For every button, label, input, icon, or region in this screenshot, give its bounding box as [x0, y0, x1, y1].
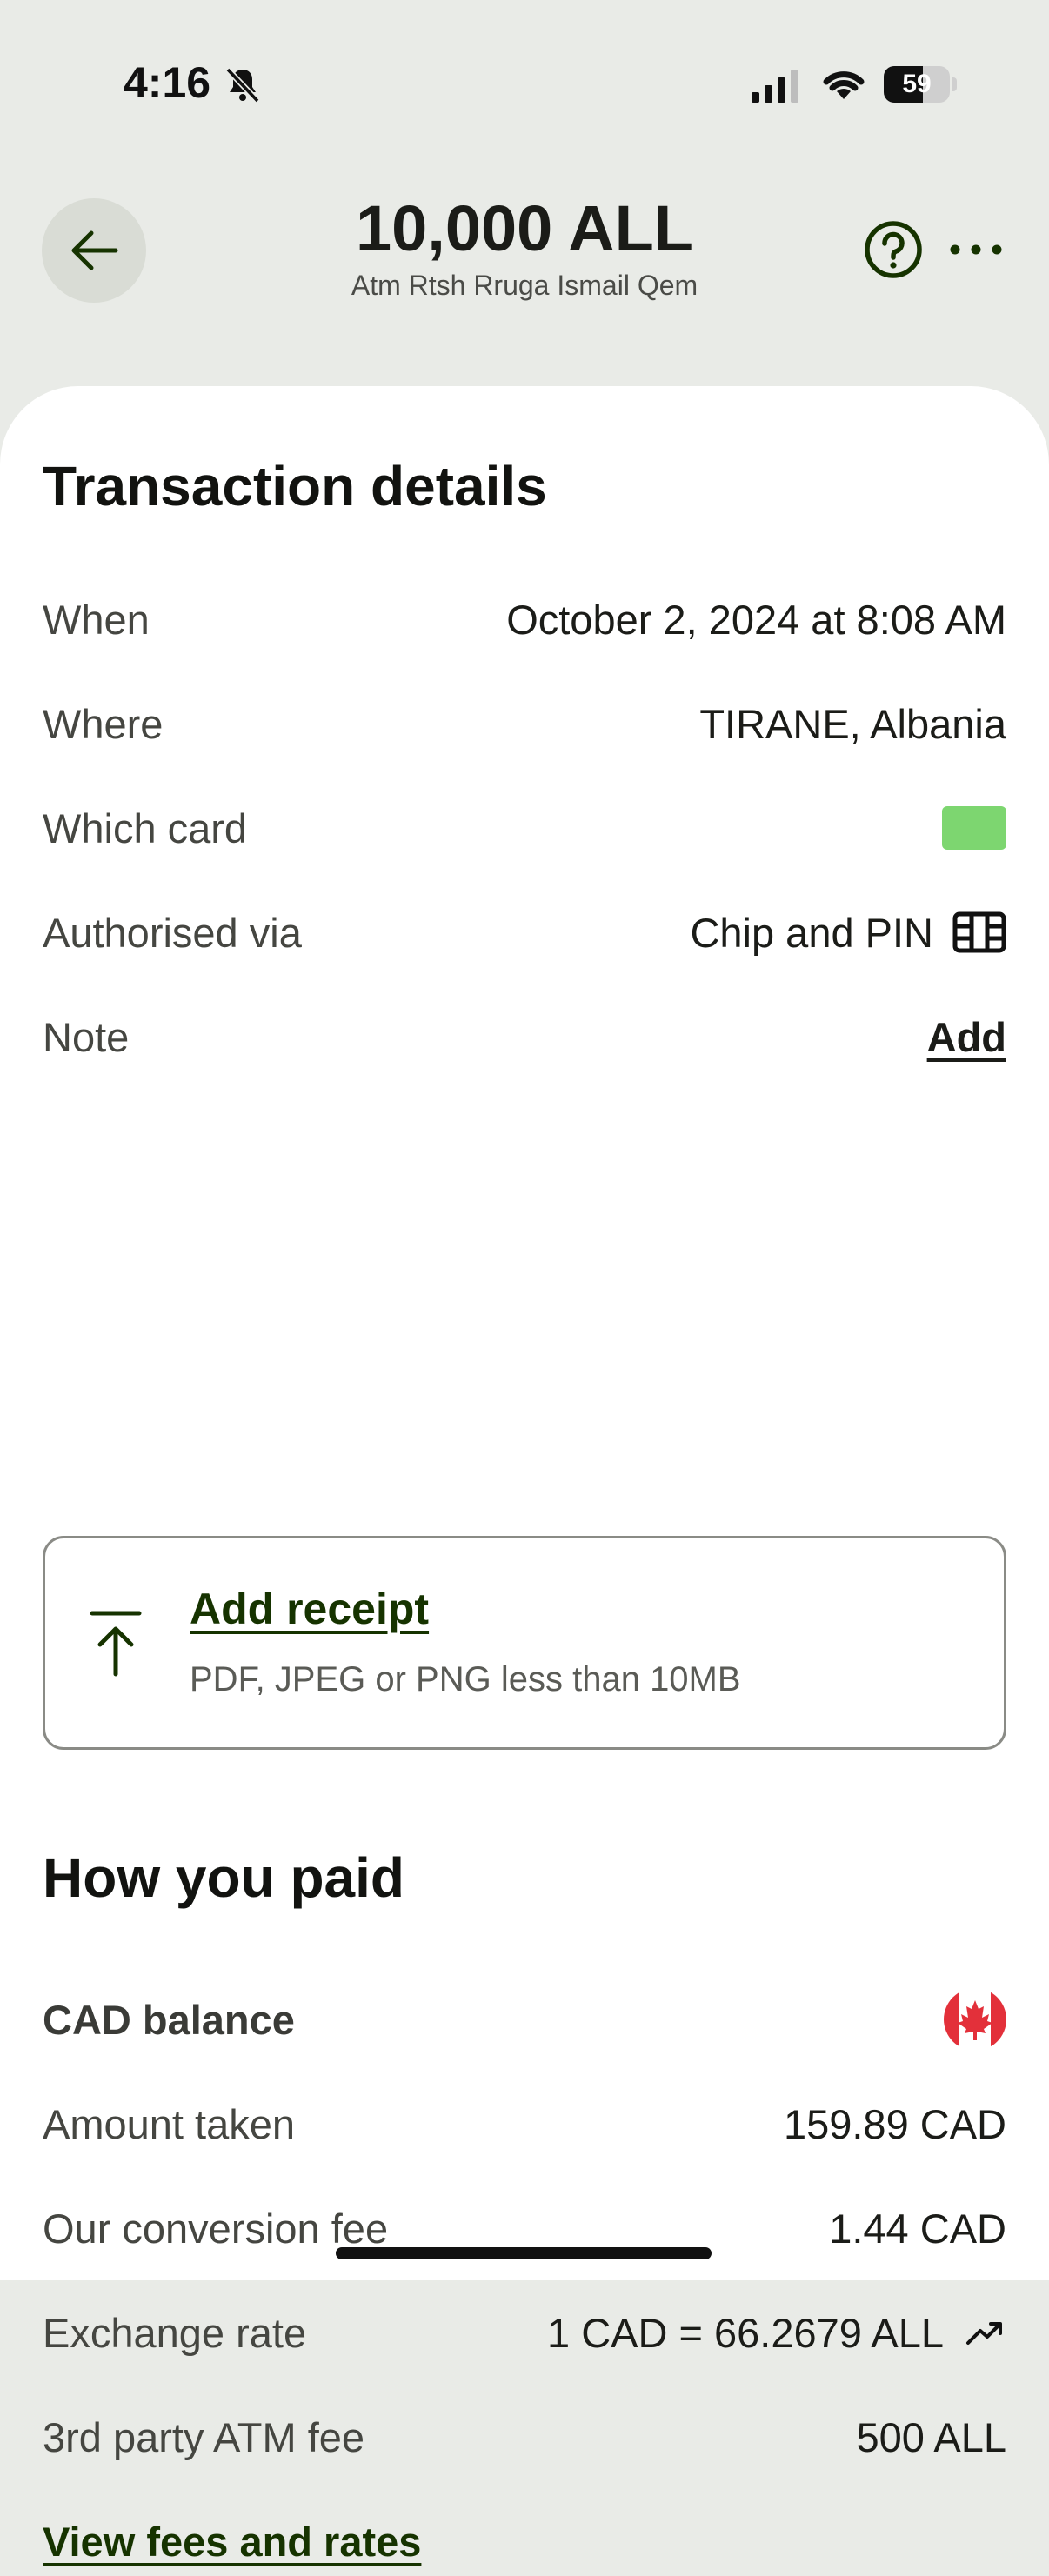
upload-icon [90, 1611, 142, 1677]
add-receipt-link[interactable]: Add receipt [190, 1584, 429, 1634]
view-fees-row: View fees and rates [43, 2506, 1006, 2576]
add-receipt-card[interactable]: Add receipt PDF, JPEG or PNG less than 1… [43, 1536, 1006, 1750]
payment-label: 3rd party ATM fee [43, 2413, 365, 2460]
detail-value: Chip and PIN [690, 909, 933, 956]
trend-up-icon[interactable] [963, 2315, 1006, 2350]
more-options-icon[interactable] [948, 235, 1004, 264]
payment-value: 500 ALL [856, 2413, 1006, 2460]
view-fees-link[interactable]: View fees and rates [43, 2518, 421, 2566]
details-sheet: Transaction details When October 2, 2024… [0, 386, 1049, 2565]
payment-value: 1 CAD = 66.2679 ALL [547, 2309, 944, 2356]
chip-icon [952, 911, 1006, 953]
payment-row-amount: Amount taken 159.89 CAD [43, 2089, 1006, 2159]
card-thumbnail[interactable] [942, 806, 1006, 850]
detail-row-authorised: Authorised via Chip and PIN [43, 898, 1006, 967]
bell-muted-icon [225, 67, 260, 103]
payment-row-atm-fee: 3rd party ATM fee 500 ALL [43, 2402, 1006, 2472]
receipt-hint: PDF, JPEG or PNG less than 10MB [190, 1660, 741, 1698]
detail-label: Authorised via [43, 909, 302, 956]
detail-row-card: Which card [43, 793, 1006, 863]
payment-value: 1.44 CAD [829, 2205, 1006, 2252]
transaction-header: 10,000 ALL Atm Rtsh Rruga Ismail Qem [0, 174, 1049, 383]
canada-flag-icon [944, 1988, 1006, 2051]
transaction-details-title: Transaction details [43, 455, 547, 517]
payment-label: Exchange rate [43, 2309, 307, 2356]
status-time: 4:16 [124, 58, 211, 107]
detail-row-note: Note Add [43, 1002, 1006, 1071]
detail-label: When [43, 596, 150, 643]
payment-value: 159.89 CAD [783, 2100, 1006, 2147]
detail-value: October 2, 2024 at 8:08 AM [506, 596, 1006, 643]
add-note-link[interactable]: Add [927, 1013, 1006, 1061]
wifi-icon [823, 71, 865, 99]
detail-row-where: Where TIRANE, Albania [43, 689, 1006, 758]
balance-row: CAD balance [43, 1985, 1006, 2054]
detail-label: Where [43, 700, 164, 747]
payment-label: Amount taken [43, 2100, 296, 2147]
detail-value: TIRANE, Albania [699, 700, 1006, 747]
balance-label: CAD balance [43, 1996, 295, 2043]
how-you-paid-title: How you paid [43, 1846, 404, 1909]
battery-indicator: 59 [884, 66, 957, 103]
detail-label: Note [43, 1013, 130, 1060]
detail-label: Which card [43, 804, 248, 851]
detail-row-when: When October 2, 2024 at 8:08 AM [43, 584, 1006, 654]
status-bar: 4:16 59 [0, 0, 1049, 174]
payment-row-rate: Exchange rate 1 CAD = 66.2679 ALL [43, 2298, 1006, 2367]
help-icon[interactable] [863, 219, 924, 280]
payment-label: Our conversion fee [43, 2205, 389, 2252]
battery-level: 59 [902, 70, 932, 98]
home-indicator[interactable] [336, 2247, 712, 2259]
cellular-signal-icon [752, 70, 798, 103]
